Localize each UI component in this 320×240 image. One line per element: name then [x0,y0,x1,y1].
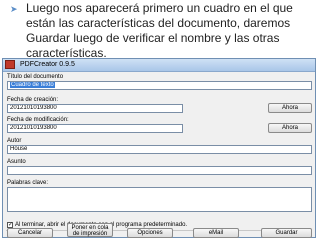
modification-date-field[interactable]: 20121010193800 [7,124,183,133]
doc-title-value: Cuadro de texto [10,82,55,88]
queue-print-button[interactable]: Poner en cola de impresión [67,223,113,237]
author-field[interactable]: House [7,145,312,154]
doc-title-label: Título del documento [7,74,64,80]
cancel-button[interactable]: Cancelar [7,228,53,238]
bullet-text: Luego nos aparecerá primero un cuadro en… [26,1,293,60]
creation-date-label: Fecha de creación: [7,97,59,103]
author-label: Autor [7,138,22,144]
creation-now-button[interactable]: Ahora [268,103,312,113]
keywords-label: Palabras clave: [7,180,49,186]
window-titlebar[interactable]: PDFCreator 0.9.5 [3,59,315,72]
pdfcreator-dialog: PDFCreator 0.9.5 Título del documento Cu… [2,58,316,238]
window-title: PDFCreator 0.9.5 [20,61,75,68]
email-button[interactable]: eMail [193,228,239,238]
pdfcreator-app-icon [5,60,15,69]
keywords-field[interactable] [7,187,312,212]
options-button[interactable]: Opciones [127,228,173,238]
doc-title-field[interactable]: Cuadro de texto [7,81,312,90]
creation-date-field[interactable]: 20121010193800 [7,104,183,113]
subject-label: Asunto [7,159,26,165]
bullet-arrow-icon: ➤ [10,4,18,14]
modification-date-label: Fecha de modificación: [7,117,69,123]
subject-field[interactable] [7,166,312,175]
modification-now-button[interactable]: Ahora [268,123,312,133]
save-button[interactable]: Guardar [261,228,312,238]
